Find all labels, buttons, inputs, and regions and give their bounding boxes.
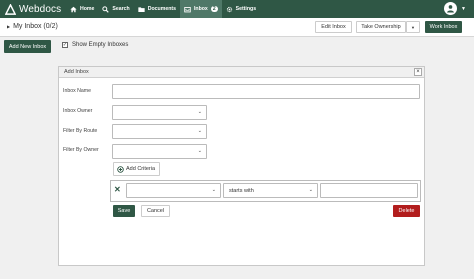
nav-home-label: Home xyxy=(80,6,95,12)
app-name: Webdocs xyxy=(19,3,62,15)
add-new-inbox-button[interactable]: Add New Inbox xyxy=(4,40,51,53)
filter-route-select[interactable]: ⌄ xyxy=(112,124,207,139)
remove-criteria-icon[interactable]: ✕ xyxy=(114,185,121,194)
brand[interactable]: Webdocs xyxy=(0,0,66,18)
nav-settings[interactable]: Settings xyxy=(222,0,260,18)
avatar[interactable] xyxy=(444,2,458,15)
criteria-operator-value: starts with xyxy=(229,187,254,194)
search-icon xyxy=(102,5,110,13)
criteria-operator-select[interactable]: starts with ⌄ xyxy=(223,183,318,198)
chevron-down-icon: ⌄ xyxy=(197,128,202,134)
add-circle-icon xyxy=(117,165,124,173)
dialog-title: Add Inbox xyxy=(64,69,89,75)
expand-triangle-icon: ▶ xyxy=(7,24,11,29)
page-title-text: My Inbox (0/2) xyxy=(13,23,58,30)
nav-settings-label: Settings xyxy=(235,6,257,12)
user-menu-caret-icon[interactable]: ▼ xyxy=(461,6,466,12)
gear-icon xyxy=(226,6,232,12)
webdocs-logo-icon xyxy=(5,3,16,15)
nav-documents[interactable]: Documents xyxy=(134,0,180,18)
chevron-down-icon: ⌄ xyxy=(211,187,216,193)
inbox-name-input[interactable] xyxy=(112,84,420,99)
criteria-value-input[interactable] xyxy=(320,183,418,198)
folder-icon xyxy=(138,6,145,12)
criteria-field-select[interactable]: ⌄ xyxy=(126,183,221,198)
nav-inbox-label: Inbox xyxy=(193,6,208,12)
take-ownership-dropdown[interactable]: ▼ xyxy=(406,21,420,33)
page-title[interactable]: ▶ My Inbox (0/2) xyxy=(7,23,58,30)
cancel-button[interactable]: Cancel xyxy=(141,205,170,217)
home-icon xyxy=(70,6,77,12)
add-criteria-label: Add Criteria xyxy=(126,166,156,172)
show-empty-inboxes-toggle[interactable]: ✓ Show Empty Inboxes xyxy=(62,42,128,48)
add-criteria-button[interactable]: Add Criteria xyxy=(113,162,160,176)
save-button[interactable]: Save xyxy=(113,205,135,217)
filter-route-label: Filter By Route xyxy=(63,128,98,134)
user-icon xyxy=(447,5,454,13)
nav-search-label: Search xyxy=(112,6,130,12)
filter-owner-label: Filter By Owner xyxy=(63,147,99,153)
chevron-down-icon: ⌄ xyxy=(197,148,202,154)
inbox-count-badge: 2 xyxy=(210,6,218,12)
nav-search[interactable]: Search xyxy=(98,0,133,18)
chevron-down-icon: ⌄ xyxy=(308,187,313,193)
user-menu[interactable]: ▼ xyxy=(444,2,466,15)
show-empty-label: Show Empty Inboxes xyxy=(72,42,129,48)
close-icon[interactable]: × xyxy=(414,68,422,76)
chevron-down-icon: ⌄ xyxy=(197,109,202,115)
filter-owner-select[interactable]: ⌄ xyxy=(112,144,207,159)
top-navbar: Webdocs Home Search Documents Inbox 2 Se… xyxy=(0,0,474,18)
delete-button[interactable]: Delete xyxy=(393,205,420,217)
take-ownership-button[interactable]: Take Ownership xyxy=(356,21,406,33)
edit-inbox-button[interactable]: Edit Inbox xyxy=(315,21,352,33)
inbox-icon xyxy=(184,6,191,12)
inbox-name-label: Inbox Name xyxy=(63,88,91,94)
inbox-owner-select[interactable]: ⌄ xyxy=(112,105,207,120)
nav-inbox[interactable]: Inbox 2 xyxy=(179,0,222,18)
show-empty-checkbox[interactable]: ✓ xyxy=(62,42,68,48)
nav-documents-label: Documents xyxy=(147,6,176,12)
inbox-header-bar: ▶ My Inbox (0/2) Edit Inbox Take Ownersh… xyxy=(0,18,474,37)
nav-home[interactable]: Home xyxy=(66,0,98,18)
inbox-owner-label: Inbox Owner xyxy=(63,108,93,114)
work-inbox-button[interactable]: Work Inbox xyxy=(425,21,462,33)
dialog-header: Add Inbox × xyxy=(59,67,424,78)
